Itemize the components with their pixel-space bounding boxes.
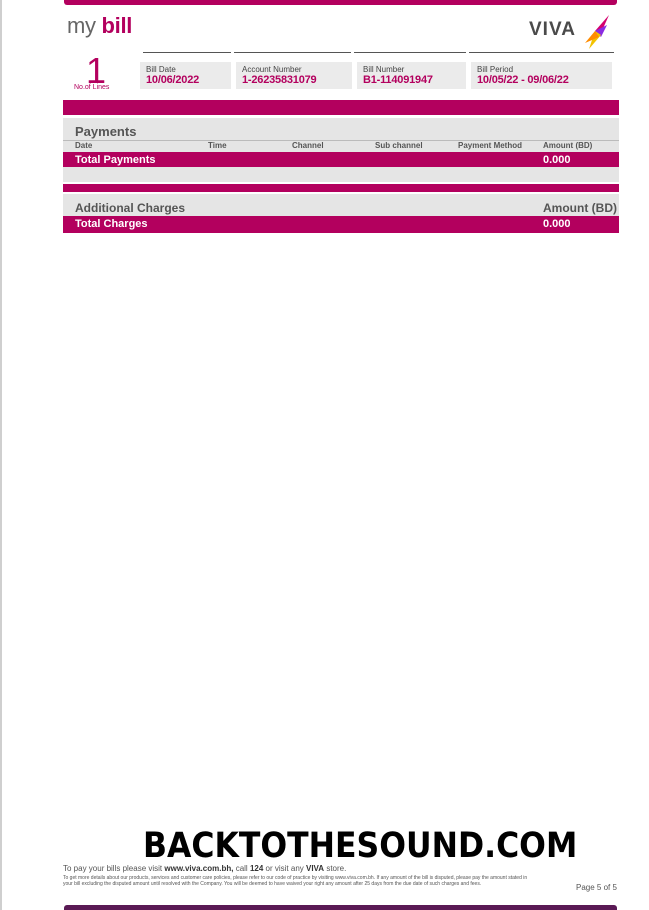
bill-period-box: Bill Period 10/05/22 - 09/06/22 <box>471 62 612 89</box>
page-number: Page 5 of 5 <box>576 883 617 892</box>
bottom-accent-bar <box>64 905 617 910</box>
title-my: my <box>67 13 96 38</box>
charges-header-band <box>63 184 619 192</box>
account-number-value: 1-26235831079 <box>242 74 317 86</box>
pay-suffix: store. <box>326 864 347 873</box>
col-payment-method: Payment Method <box>458 141 523 150</box>
lines-count-box: 1 No.of Lines <box>66 53 140 95</box>
bill-period-label: Bill Period <box>477 65 514 74</box>
additional-charges-title: Additional Charges <box>75 201 186 215</box>
col-sub-channel: Sub channel <box>375 141 423 150</box>
header-rule <box>143 52 231 53</box>
header-rule <box>469 52 614 53</box>
pay-prefix: To pay your bills please visit <box>63 864 163 873</box>
col-amount: Amount (BD) <box>543 141 593 150</box>
total-payments-label: Total Payments <box>75 154 156 166</box>
header-rule <box>234 52 351 53</box>
viva-logo-text: VIVA <box>529 19 576 40</box>
total-charges-label: Total Charges <box>75 218 148 230</box>
payments-header-area <box>63 118 619 152</box>
total-payments-value: 0.000 <box>543 154 571 166</box>
payments-title-rule <box>63 140 619 141</box>
payments-title: Payments <box>75 124 137 139</box>
payments-header-band <box>63 100 619 115</box>
col-date: Date <box>75 141 93 150</box>
bill-period-value: 10/05/22 - 09/06/22 <box>477 74 569 86</box>
viva-logo: VIVA <box>529 13 613 51</box>
bill-date-value: 10/06/2022 <box>146 74 200 86</box>
pay-brand: VIVA <box>306 864 325 873</box>
bill-date-label: Bill Date <box>146 65 176 74</box>
bill-number-box: Bill Number B1-114091947 <box>357 62 466 89</box>
pay-call: call <box>235 864 248 873</box>
bill-number-value: B1-114091947 <box>363 74 433 86</box>
pay-or: or visit any <box>265 864 304 873</box>
top-accent-bar <box>64 0 617 5</box>
account-number-label: Account Number <box>242 65 302 74</box>
payments-spacer <box>63 167 619 182</box>
bill-date-box: Bill Date 10/06/2022 <box>140 62 231 89</box>
col-time: Time <box>208 141 227 150</box>
account-number-box: Account Number 1-26235831079 <box>236 62 352 89</box>
header-rule <box>354 52 466 53</box>
page-left-border <box>0 0 2 910</box>
my-bill-title: my bill <box>67 13 132 39</box>
bill-number-label: Bill Number <box>363 65 405 74</box>
col-channel: Channel <box>292 141 324 150</box>
pay-site-link[interactable]: www.viva.com.bh, <box>164 864 233 873</box>
additional-charges-amount-header: Amount (BD) <box>543 201 617 215</box>
total-charges-value: 0.000 <box>543 218 571 230</box>
payment-instructions: To pay your bills please visit www.viva.… <box>63 864 346 873</box>
watermark: BACKTOTHESOUND.COM <box>143 826 578 866</box>
viva-star-icon <box>585 15 609 49</box>
pay-number: 124 <box>249 864 264 873</box>
title-bill: bill <box>101 13 133 38</box>
fine-print: To get more details about our products, … <box>63 875 528 887</box>
lines-label: No.of Lines <box>74 84 110 91</box>
